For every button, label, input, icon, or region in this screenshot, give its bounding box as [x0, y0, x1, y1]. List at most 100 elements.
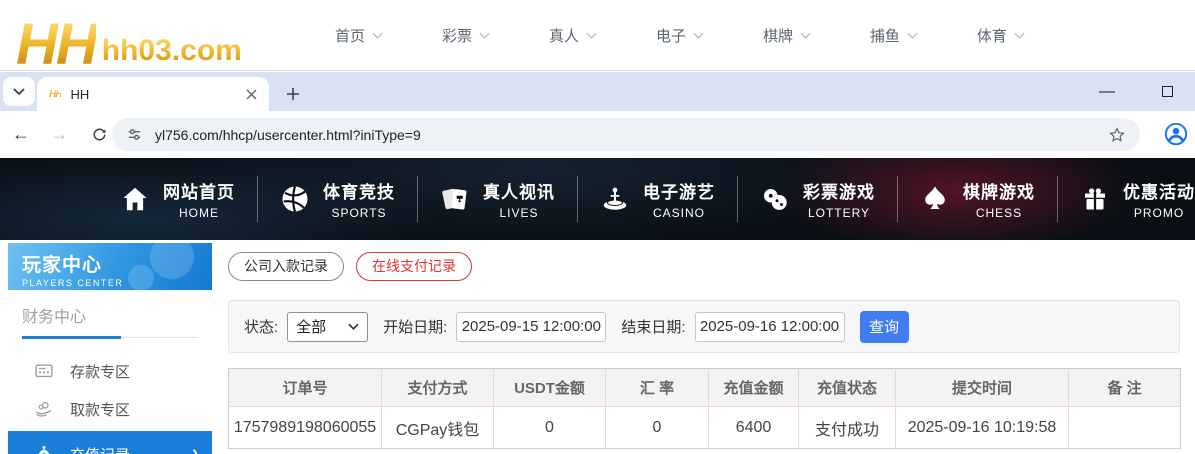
filter-bar: 状态: 全部 开始日期: 结束日期: 查询: [228, 300, 1180, 353]
roulette-icon: [600, 184, 630, 214]
site-nav-label: 首页: [335, 25, 365, 46]
site-nav-label: 电子: [656, 25, 686, 46]
cell-usdt-amount: 0: [494, 407, 606, 449]
nav-label-en: CASINO: [653, 206, 705, 220]
chevron-down-icon: [907, 32, 918, 39]
site-nav-label: 体育: [977, 25, 1007, 46]
col-recharge-status: 充值状态: [799, 369, 896, 407]
nav-label-zh: 网站首页: [163, 178, 235, 203]
sidebar-item-withdraw[interactable]: 取款专区: [8, 390, 212, 428]
site-nav-label: 棋牌: [763, 25, 793, 46]
home-icon: [120, 184, 150, 214]
nav-label-en: PROMO: [1134, 206, 1184, 220]
players-center-header: 玩家中心 PLAYERS CENTER: [8, 243, 212, 290]
table-row: 1757989198060055 CGPay钱包 0 0 6400 支付成功 2…: [229, 407, 1181, 449]
logo-mark: HH: [16, 18, 96, 71]
chevron-down-icon: [1014, 32, 1025, 39]
end-date-input[interactable]: [695, 312, 845, 342]
chevron-down-icon: [372, 32, 383, 39]
nav-item-lottery[interactable]: 彩票游戏LOTTERY: [738, 178, 897, 220]
sidebar-item-label: 存款专区: [70, 361, 130, 382]
reload-button[interactable]: [84, 111, 114, 158]
site-nav-lottery[interactable]: 彩票: [442, 25, 490, 46]
site-nav-label: 捕鱼: [870, 25, 900, 46]
bookmark-star-icon[interactable]: [1108, 126, 1126, 144]
col-remark: 备 注: [1069, 369, 1181, 407]
site-nav-sports[interactable]: 体育: [977, 25, 1025, 46]
forward-button[interactable]: →: [44, 111, 74, 158]
cell-rate: 0: [606, 407, 709, 449]
site-nav-slots[interactable]: 电子: [656, 25, 704, 46]
cell-remark: [1069, 407, 1181, 449]
nav-item-sports[interactable]: 体育竞技 SPORTS: [258, 178, 417, 220]
tab-close-icon[interactable]: [243, 86, 259, 102]
status-select[interactable]: 全部: [287, 312, 368, 342]
new-tab-button[interactable]: [280, 81, 306, 107]
nav-label-zh: 优惠活动: [1123, 178, 1195, 203]
start-date-input[interactable]: [456, 312, 606, 342]
tab-online-payment-records[interactable]: 在线支付记录: [356, 252, 472, 281]
sidebar-item-recharge-records[interactable]: 充值记录: [8, 431, 212, 454]
record-tabs: 公司入款记录 在线支付记录: [228, 252, 472, 281]
tab-search-button[interactable]: [3, 77, 35, 106]
profile-avatar-icon[interactable]: [1163, 121, 1189, 152]
window-minimize-button[interactable]: —: [1092, 72, 1122, 111]
money-bag-icon: [34, 444, 54, 454]
chevron-down-icon: [348, 323, 359, 330]
col-rate: 汇 率: [606, 369, 709, 407]
nav-item-home[interactable]: 网站首页 HOME: [98, 178, 257, 220]
cell-submit-time: 2025-09-16 10:19:58: [896, 407, 1069, 449]
withdraw-icon: [34, 399, 54, 419]
records-table: 订单号 支付方式 USDT金额 汇 率 充值金额 充值状态 提交时间 备 注 1…: [228, 368, 1181, 449]
site-nav-live[interactable]: 真人: [549, 25, 597, 46]
sidebar-item-deposit[interactable]: 存款专区: [8, 352, 212, 390]
site-settings-icon[interactable]: [126, 126, 143, 143]
sidebar: 玩家中心 PLAYERS CENTER 财务中心 存款专区 取款专区 充值记录: [8, 243, 212, 454]
basketball-icon: [280, 184, 310, 214]
lottery-balls-icon: [760, 184, 790, 214]
nav-label-zh: 体育竞技: [323, 178, 395, 203]
chevron-down-icon: [479, 32, 490, 39]
sidebar-item-label: 充值记录: [70, 444, 130, 454]
chevron-down-icon: [693, 32, 704, 39]
table-header-row: 订单号 支付方式 USDT金额 汇 率 充值金额 充值状态 提交时间 备 注: [229, 369, 1181, 407]
url-bar[interactable]: yl756.com/hhcp/usercenter.html?iniType=9: [112, 118, 1140, 151]
tab-company-deposit-records[interactable]: 公司入款记录: [228, 252, 344, 281]
status-select-value: 全部: [296, 316, 326, 337]
site-nav-home[interactable]: 首页: [335, 25, 383, 46]
page-content: 玩家中心 PLAYERS CENTER 财务中心 存款专区 取款专区 充值记录: [0, 240, 1195, 454]
site-nav-label: 真人: [549, 25, 579, 46]
nav-item-live[interactable]: 真人视讯 LIVES: [418, 178, 577, 220]
chevron-down-icon: [586, 32, 597, 39]
spade-icon: [920, 184, 950, 214]
site-nav-label: 彩票: [442, 25, 472, 46]
nav-label-zh: 真人视讯: [483, 178, 555, 203]
col-submit-time: 提交时间: [896, 369, 1069, 407]
cell-order-no: 1757989198060055: [229, 407, 382, 449]
nav-item-promo[interactable]: 优惠活动 PROMO: [1058, 178, 1195, 220]
site-nav-chess[interactable]: 棋牌: [763, 25, 811, 46]
browser-tab[interactable]: HH HH: [37, 77, 269, 111]
maximize-icon: [1162, 86, 1173, 97]
site-nav: 首页 彩票 真人 电子 棋牌 捕鱼: [335, 0, 1025, 71]
sidebar-subtitle: PLAYERS CENTER: [22, 278, 212, 288]
start-date-label: 开始日期:: [383, 316, 447, 337]
query-button[interactable]: 查询: [860, 311, 909, 343]
nav-item-casino[interactable]: 电子游艺 CASINO: [578, 178, 737, 220]
site-logo[interactable]: HH hh03.com: [16, 0, 242, 71]
nav-label-en: CHESS: [976, 206, 1022, 220]
nav-label-en: LIVES: [499, 206, 538, 220]
nav-label-zh: 电子游艺: [643, 178, 715, 203]
site-nav-fishing[interactable]: 捕鱼: [870, 25, 918, 46]
browser-tab-strip: HH HH —: [0, 72, 1195, 111]
nav-label-en: SPORTS: [331, 206, 386, 220]
nav-label-zh: 彩票游戏: [803, 178, 875, 203]
nav-label-en: HOME: [179, 206, 219, 220]
window-maximize-button[interactable]: [1152, 72, 1182, 111]
nav-label-zh: 棋牌游戏: [963, 178, 1035, 203]
col-recharge-amount: 充值金额: [709, 369, 799, 407]
back-button[interactable]: ←: [6, 111, 36, 158]
status-label: 状态:: [244, 316, 278, 337]
nav-item-chess[interactable]: 棋牌游戏 CHESS: [898, 178, 1057, 220]
screen: HH hh03.com 首页 彩票 真人 电子 棋牌: [0, 0, 1195, 454]
